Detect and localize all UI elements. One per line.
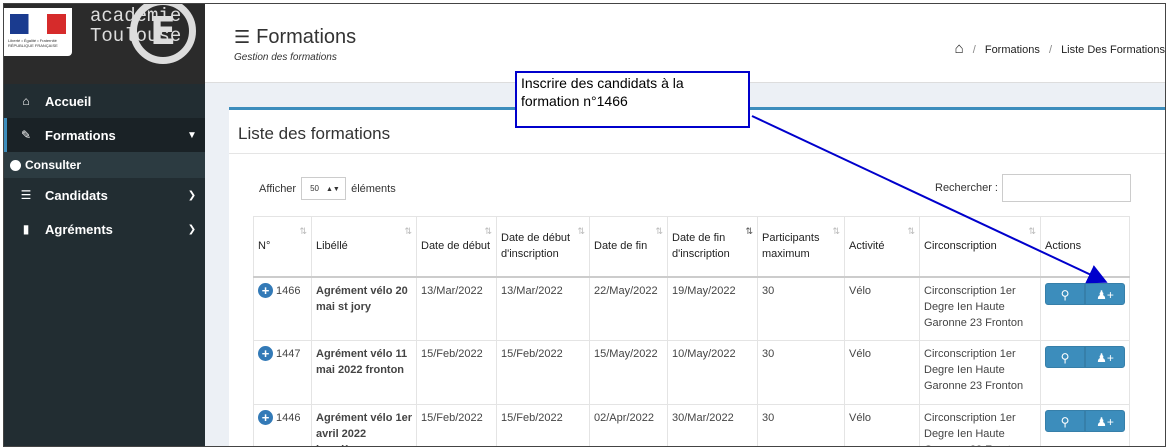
annotation-arrow bbox=[751, 115, 1108, 284]
app-window: Liberté • Égalité • Fraternité RÉPUBLIQU… bbox=[3, 3, 1166, 447]
